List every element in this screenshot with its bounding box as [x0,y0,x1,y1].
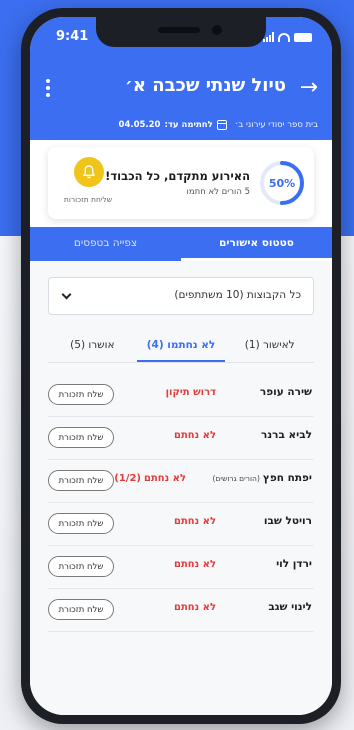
send-reminders-label: שליחת תזכורות [63,195,113,204]
tab-not-signed[interactable]: לא נחתמו (4) [136,331,226,362]
table-row: יפתח חפץ(הורים גרושים) לא נחתם(1/2) שלח … [48,460,314,503]
table-row: ירדן לוי לא נחתם שלח תזכורת [48,546,314,589]
summary-card: 50% האירוע מתקדם, כל הכבוד! 5 הורים לא ח… [48,147,314,219]
deadline-date: 04.05.20 [118,120,161,130]
status-time: 9:41 [56,29,89,44]
page-title: טיול שנתי שכבה א׳ [124,75,286,96]
back-arrow-icon[interactable]: → [300,75,318,101]
unsigned-count: 5 הורים לא חתמו [186,187,250,197]
participants-list: שירה עופר דרוש תיקון שלח תזכורת לביא ברנ… [48,374,314,632]
signature-status: לא נחתם [173,430,216,441]
tab-approved[interactable]: אושרו (5) [48,331,137,362]
event-meta: בית ספר יסודי עירוני ב׳ לחתימה עד: 04.05… [44,117,318,133]
participant-name: לביא ברנר [261,429,312,441]
signature-status: דרוש תיקון [165,387,216,398]
main-tabs: סטטוס אישורים צפייה בטפסים [30,227,332,261]
table-row: רויטל שבו לא נחתם שלח תזכורת [48,503,314,546]
chevron-down-icon [61,289,72,300]
calendar-icon [216,120,227,130]
tab-approval-status[interactable]: סטטוס אישורים [181,227,332,261]
app-screen: 9:41 → טיול שנתי שכבה א׳ בית ספר יסודי ע… [30,17,332,715]
signature-count: (1/2) [114,473,141,484]
table-row: שירה עופר דרוש תיקון שלח תזכורת [48,374,314,417]
signature-status: לא נחתם [173,559,216,570]
wifi-icon [278,32,290,42]
progress-label: 50% [268,176,296,190]
battery-icon [294,32,312,42]
bell-icon [83,165,95,179]
content-area: כל הקבוצות (10 משתתפים) לאישור (1) לא נח… [30,261,332,715]
group-select[interactable]: כל הקבוצות (10 משתתפים) [48,277,314,315]
participant-name: יפתח חפץ(הורים גרושים) [212,472,312,484]
send-reminder-button[interactable]: שלח תזכורת [48,556,114,577]
status-filter-tabs: לאישור (1) לא נחתמו (4) אושרו (5) [48,331,314,363]
camera [212,25,222,35]
school-name: בית ספר יסודי עירוני ב׳ [234,120,318,130]
status-icons [263,32,312,42]
table-row: לינוי שגב לא נחתם שלח תזכורת [48,589,314,632]
table-row: לביא ברנר לא נחתם שלח תזכורת [48,417,314,460]
title-bar: → טיול שנתי שכבה א׳ [30,75,332,103]
signature-status: לא נחתם(1/2) [114,473,186,484]
send-reminders-button[interactable] [74,157,104,187]
signature-status: לא נחתם [173,516,216,527]
group-select-value: כל הקבוצות (10 משתתפים) [174,289,301,301]
participant-note: (הורים גרושים) [212,474,260,483]
participant-name: ירדן לוי [276,558,312,570]
deadline-label: לחתימה עד: [164,120,213,130]
device-notch [96,17,266,47]
participant-name: שירה עופר [259,386,312,398]
signature-status: לא נחתם [173,602,216,613]
send-reminder-button[interactable]: שלח תזכורת [48,427,114,448]
tab-pending-approval[interactable]: לאישור (1) [225,331,314,362]
send-reminder-button[interactable]: שלח תזכורת [48,599,114,620]
send-reminder-button[interactable]: שלח תזכורת [48,470,114,491]
more-menu-icon[interactable] [46,79,50,97]
speaker [158,27,200,33]
participant-name: רויטל שבו [263,515,312,527]
send-reminder-button[interactable]: שלח תזכורת [48,384,114,405]
summary-headline: האירוע מתקדם, כל הכבוד! [105,169,250,183]
participant-name: לינוי שגב [268,601,312,613]
tab-view-forms[interactable]: צפייה בטפסים [30,227,181,261]
send-reminder-button[interactable]: שלח תזכורת [48,513,114,534]
phone-frame: 9:41 → טיול שנתי שכבה א׳ בית ספר יסודי ע… [21,8,341,724]
